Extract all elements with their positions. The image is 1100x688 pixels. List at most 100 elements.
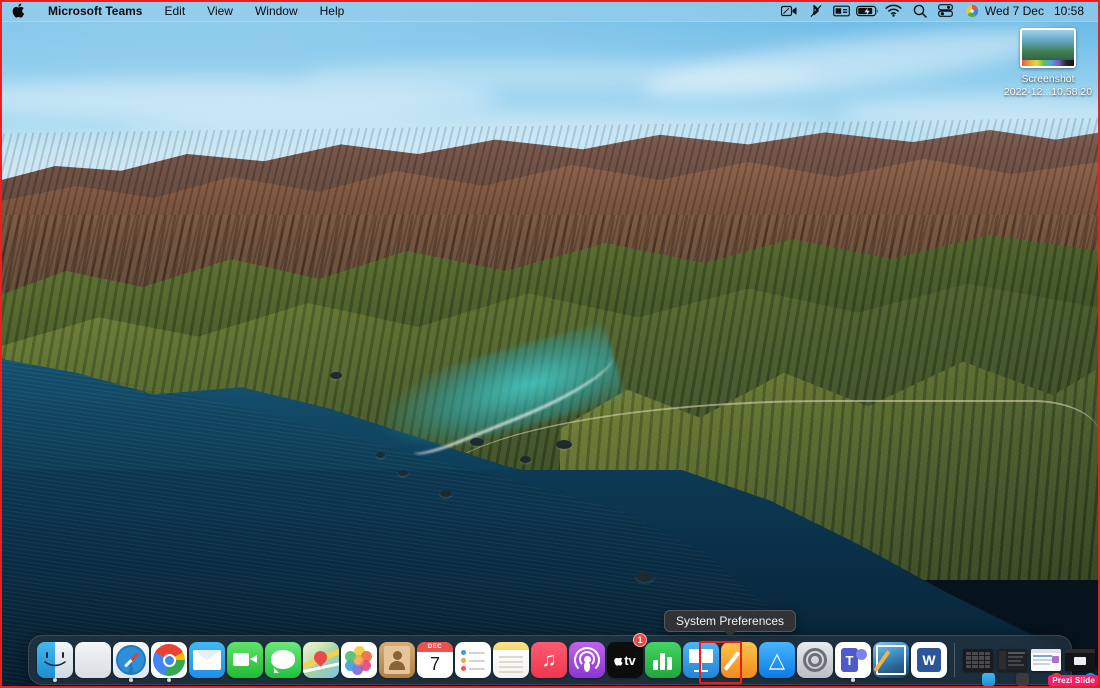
wallpaper-rock: [636, 572, 654, 582]
contacts-icon: [379, 642, 415, 678]
wallpaper-rock: [556, 440, 572, 449]
dock-item-reminders[interactable]: [454, 635, 492, 685]
finder-icon: [37, 642, 73, 678]
podcasts-icon: [569, 642, 605, 678]
screen-recording-icon[interactable]: [777, 0, 803, 22]
dock-item-calendar[interactable]: DEC 7: [416, 635, 454, 685]
minimized-window-dark: [1065, 649, 1095, 671]
dock-item-microsoft-word[interactable]: W: [910, 635, 948, 685]
desktop-wallpaper[interactable]: [0, 0, 1100, 688]
dock-item-finder[interactable]: [36, 635, 74, 685]
dock-item-chrome[interactable]: [150, 635, 188, 685]
menu-item-view[interactable]: View: [196, 0, 244, 22]
color-wheel-icon[interactable]: [959, 0, 985, 22]
calendar-icon: DEC 7: [417, 642, 453, 678]
dock-item-pages[interactable]: [720, 635, 758, 685]
wallpaper-rock: [376, 452, 385, 458]
minimized-window-teams: [997, 649, 1027, 671]
wifi-icon[interactable]: [881, 0, 907, 22]
dock-separator: [954, 643, 955, 677]
desktop-file-name-line1: Screenshot: [1021, 73, 1074, 85]
word-letter: W: [917, 648, 941, 672]
maps-icon: [303, 642, 339, 678]
apple-tv-icon: tv: [607, 642, 643, 678]
bluetooth-off-icon[interactable]: [803, 0, 829, 22]
dock-item-music[interactable]: ♫: [530, 635, 568, 685]
dock-item-launchpad[interactable]: [74, 635, 112, 685]
dark-app-icon: [1016, 673, 1029, 686]
input-source-icon[interactable]: [829, 0, 855, 22]
dock-minimized-teams[interactable]: [995, 635, 1029, 685]
finder-icon: [982, 673, 995, 686]
screenshot-thumbnail-icon: [1020, 28, 1076, 68]
calendar-day: 7: [417, 651, 453, 678]
minimized-window-document: [1031, 649, 1061, 671]
safari-icon: [113, 642, 149, 678]
menu-bar-date[interactable]: Wed 7 Dec: [985, 4, 1044, 18]
wallpaper-rock: [470, 438, 484, 446]
app-store-icon: △: [759, 642, 795, 678]
battery-charging-icon[interactable]: [855, 0, 881, 22]
photos-icon: [341, 642, 377, 678]
dock[interactable]: DEC 7 ♫ tv 1: [28, 635, 1072, 685]
wallpaper-rock: [398, 470, 408, 476]
dock-item-keynote[interactable]: [682, 635, 720, 685]
music-icon: ♫: [531, 642, 567, 678]
system-preferences-icon: [797, 642, 833, 678]
dock-item-messages[interactable]: [264, 635, 302, 685]
dock-item-podcasts[interactable]: [568, 635, 606, 685]
keynote-icon: [683, 642, 719, 678]
menu-bar-clock[interactable]: 10:58: [1044, 4, 1090, 18]
wallpaper-rock: [520, 456, 531, 463]
dock-item-contacts[interactable]: [378, 635, 416, 685]
corner-badge: Prezi Slide: [1048, 675, 1099, 686]
menu-bar-left: Microsoft Teams Edit View Window Help: [0, 0, 355, 22]
menu-bar-status-area: Wed 7 Dec 10:58: [777, 0, 1100, 22]
notes-icon: [493, 642, 529, 678]
dock-item-apple-tv[interactable]: tv 1: [606, 635, 644, 685]
running-indicator: [851, 678, 855, 682]
dock-item-preview[interactable]: [872, 635, 910, 685]
spotlight-search-icon[interactable]: [907, 0, 933, 22]
microsoft-word-icon: W: [911, 642, 947, 678]
running-indicator: [53, 678, 57, 682]
apple-tv-badge: 1: [633, 633, 647, 647]
messages-icon: [265, 642, 301, 678]
running-indicator: [129, 678, 133, 682]
dock-item-system-preferences[interactable]: [796, 635, 834, 685]
dock-item-photos[interactable]: [340, 635, 378, 685]
dock-item-safari[interactable]: [112, 635, 150, 685]
apple-tv-label: tv: [624, 653, 636, 668]
dock-item-maps[interactable]: [302, 635, 340, 685]
desktop-file-label: Screenshot 2022-12...10.58.20: [1004, 73, 1092, 99]
menu-app-name[interactable]: Microsoft Teams: [37, 0, 153, 22]
wallpaper-rock: [440, 490, 452, 497]
running-indicator: [167, 678, 171, 682]
reminders-icon: [455, 642, 491, 678]
dock-item-numbers[interactable]: [644, 635, 682, 685]
numbers-icon: [645, 642, 681, 678]
wallpaper-rock: [330, 372, 342, 379]
dock-item-app-store[interactable]: △: [758, 635, 796, 685]
dock-minimized-calculator[interactable]: [961, 635, 995, 685]
dock-item-notes[interactable]: [492, 635, 530, 685]
dock-item-mail[interactable]: [188, 635, 226, 685]
control-center-icon[interactable]: [933, 0, 959, 22]
microsoft-teams-icon: T: [835, 642, 871, 678]
pages-icon: [721, 642, 757, 678]
preview-markup-icon: [873, 642, 909, 678]
facetime-icon: [227, 642, 263, 678]
mail-icon: [189, 642, 225, 678]
launchpad-icon: [75, 642, 111, 678]
desktop-file-screenshot[interactable]: Screenshot 2022-12...10.58.20: [1000, 28, 1096, 99]
chrome-icon: [151, 642, 187, 678]
menu-item-edit[interactable]: Edit: [153, 0, 196, 22]
menu-item-window[interactable]: Window: [244, 0, 309, 22]
menu-item-help[interactable]: Help: [309, 0, 356, 22]
desktop-file-name-line2: 2022-12...10.58.20: [1004, 86, 1092, 98]
dock-item-microsoft-teams[interactable]: T: [834, 635, 872, 685]
minimized-window-calculator: [963, 649, 993, 671]
apple-logo-icon[interactable]: [0, 3, 37, 18]
dock-item-facetime[interactable]: [226, 635, 264, 685]
menu-bar[interactable]: Microsoft Teams Edit View Window Help: [0, 0, 1100, 22]
